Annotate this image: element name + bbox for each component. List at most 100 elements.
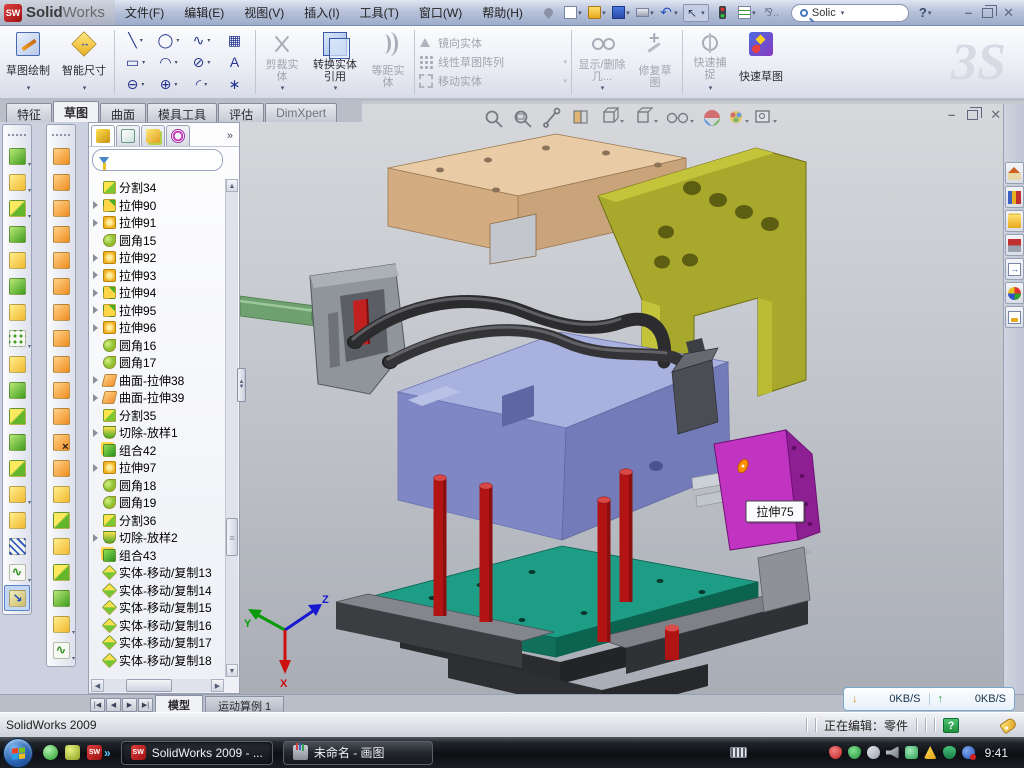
lofted-surface-tool[interactable] bbox=[48, 195, 74, 221]
command-tab[interactable]: 评估 bbox=[218, 103, 264, 122]
command-tab[interactable]: 特征 bbox=[6, 103, 52, 122]
tree-item[interactable]: 分割34 bbox=[91, 179, 224, 197]
tray-volume-icon[interactable] bbox=[886, 746, 899, 759]
scene-icon[interactable] bbox=[730, 111, 749, 123]
taskbar-task-button[interactable]: 未命名 - 画图 bbox=[283, 741, 433, 765]
close-button[interactable]: ✕ bbox=[1003, 5, 1014, 21]
model-small-red-pin[interactable] bbox=[665, 628, 679, 660]
dimxpertmanager-tab[interactable] bbox=[166, 125, 190, 146]
filled-surface-tool[interactable] bbox=[48, 247, 74, 273]
model-tab[interactable]: 运动算例 1 bbox=[205, 696, 284, 712]
file-explorer-tab[interactable] bbox=[1005, 210, 1024, 232]
help-button[interactable]: ? bbox=[919, 5, 927, 20]
command-tab[interactable]: 草图 bbox=[53, 101, 99, 122]
tree-item[interactable]: 拉伸91 bbox=[91, 214, 224, 232]
expand-arrow-icon[interactable] bbox=[93, 289, 100, 297]
trim-entities-button[interactable]: 剪裁实体▾ bbox=[259, 28, 305, 96]
expand-arrow-icon[interactable] bbox=[93, 376, 100, 384]
combine-tool[interactable] bbox=[4, 351, 30, 377]
save-icon[interactable]: ▾ bbox=[611, 4, 631, 22]
expand-arrow-icon[interactable] bbox=[93, 219, 100, 227]
menu-item[interactable]: 文件(F) bbox=[115, 1, 174, 24]
panel-splitter-handle[interactable]: ▲▼ bbox=[237, 368, 246, 402]
sketch-entity-button[interactable]: ◜ ▾ bbox=[185, 73, 218, 95]
pin-icon[interactable]: ▾ bbox=[539, 4, 559, 22]
linear-pattern-tool[interactable] bbox=[4, 325, 30, 351]
taskbar-task-button[interactable]: SW SolidWorks 2009 - ... bbox=[121, 741, 273, 765]
scroll-thumb-h[interactable] bbox=[126, 679, 172, 692]
curve-tool[interactable] bbox=[4, 533, 30, 559]
scroll-right-arrow[interactable]: ▶ bbox=[211, 679, 224, 692]
revolved-surface-tool[interactable] bbox=[48, 169, 74, 195]
doc-restore-button[interactable] bbox=[967, 110, 978, 120]
delete-body-tool[interactable] bbox=[4, 481, 30, 507]
rapid-sketch-button[interactable]: 快速草图 bbox=[736, 28, 786, 96]
hide-show-items-icon[interactable] bbox=[668, 114, 695, 124]
fillet-tool[interactable] bbox=[4, 195, 30, 221]
tray-antivirus-icon[interactable] bbox=[829, 746, 842, 759]
expand-arrow-icon[interactable] bbox=[93, 534, 100, 542]
swept-surface-tool[interactable] bbox=[48, 143, 74, 169]
expand-arrow-icon[interactable] bbox=[93, 394, 100, 402]
featuremanager-tab[interactable] bbox=[91, 125, 115, 146]
expand-arrow-icon[interactable] bbox=[93, 201, 100, 209]
tray-sync-icon[interactable] bbox=[962, 746, 975, 759]
display-style-icon[interactable] bbox=[638, 108, 658, 123]
quicklaunch-app-icon[interactable] bbox=[65, 745, 80, 760]
more-tabs-chevron[interactable]: » bbox=[227, 130, 237, 142]
tree-horizontal-scrollbar[interactable]: ◀ ▶ bbox=[91, 679, 224, 692]
instant3d-tool[interactable] bbox=[4, 585, 30, 611]
tree-item[interactable]: 拉伸92 bbox=[91, 249, 224, 267]
zoom-selection-icon[interactable] bbox=[544, 109, 560, 128]
tree-item[interactable]: 实体-移动/复制15 bbox=[91, 599, 224, 617]
split-tool[interactable] bbox=[4, 403, 30, 429]
trim-surface-tool[interactable] bbox=[48, 533, 74, 559]
tree-item[interactable]: 圆角16 bbox=[91, 337, 224, 355]
tree-item[interactable]: 拉伸94 bbox=[91, 284, 224, 302]
view-palette-tab[interactable] bbox=[1005, 258, 1024, 280]
open-file-icon[interactable]: ▾ bbox=[587, 4, 607, 22]
scroll-down-arrow[interactable]: ▼ bbox=[226, 664, 238, 677]
propertymanager-tab[interactable] bbox=[116, 125, 140, 146]
intersect-tool[interactable] bbox=[4, 377, 30, 403]
tree-item[interactable]: 切除-放样2 bbox=[91, 529, 224, 547]
expand-arrow-icon[interactable] bbox=[93, 254, 100, 262]
ruled-surface-tool[interactable] bbox=[48, 351, 74, 377]
tree-item[interactable]: 分割36 bbox=[91, 512, 224, 530]
tree-item[interactable]: 组合43 bbox=[91, 547, 224, 565]
scroll-thumb[interactable] bbox=[226, 518, 238, 556]
tree-item[interactable]: 拉伸96 bbox=[91, 319, 224, 337]
model-magenta-block[interactable] bbox=[714, 430, 820, 550]
extruded-boss-tool[interactable] bbox=[4, 143, 30, 169]
boundary-surface-tool[interactable] bbox=[48, 221, 74, 247]
quick-snaps-button[interactable]: 快速捕捉▾ bbox=[686, 28, 734, 96]
scroll-left-arrow[interactable]: ◀ bbox=[91, 679, 104, 692]
replace-face-tool[interactable] bbox=[48, 455, 74, 481]
revolved-cut-tool[interactable] bbox=[4, 273, 30, 299]
tray-shield-plus-icon[interactable] bbox=[943, 746, 956, 759]
extend-surface-tool[interactable] bbox=[48, 403, 74, 429]
command-tab[interactable]: DimXpert bbox=[265, 103, 337, 122]
configurationmanager-tab[interactable] bbox=[141, 125, 165, 146]
tree-item[interactable]: 实体-移动/复制17 bbox=[91, 634, 224, 652]
body-move-copy-tool[interactable] bbox=[4, 455, 30, 481]
restore-button[interactable] bbox=[982, 8, 993, 18]
sketch-entity-button[interactable]: ╲ ▾ bbox=[119, 29, 152, 51]
minimize-button[interactable]: – bbox=[965, 5, 972, 21]
knit-surface-tool[interactable] bbox=[48, 481, 74, 507]
mirror-tool[interactable] bbox=[4, 429, 30, 455]
select-icon[interactable]: ↖ ▾ bbox=[683, 4, 709, 22]
expand-arrow-icon[interactable] bbox=[93, 306, 100, 314]
display-delete-relations-button[interactable]: 显示/删除几...▾ bbox=[575, 28, 629, 96]
tree-item[interactable]: 拉伸93 bbox=[91, 267, 224, 285]
sketch-entity-button[interactable]: A ▾ bbox=[218, 51, 251, 73]
search-input[interactable]: Solic ▾ bbox=[791, 4, 909, 22]
status-tag-icon[interactable] bbox=[999, 716, 1018, 734]
tree-item[interactable]: 实体-移动/复制18 bbox=[91, 652, 224, 670]
sketch-entity-button[interactable]: ⊘ ▾ bbox=[185, 51, 218, 73]
helix-spiral-tool[interactable] bbox=[4, 559, 30, 585]
toolbox-tab[interactable] bbox=[1005, 234, 1024, 256]
sketch-entity-button[interactable]: ∿ ▾ bbox=[185, 29, 218, 51]
tree-item[interactable]: 拉伸97 bbox=[91, 459, 224, 477]
tree-item[interactable]: 拉伸95 bbox=[91, 302, 224, 320]
